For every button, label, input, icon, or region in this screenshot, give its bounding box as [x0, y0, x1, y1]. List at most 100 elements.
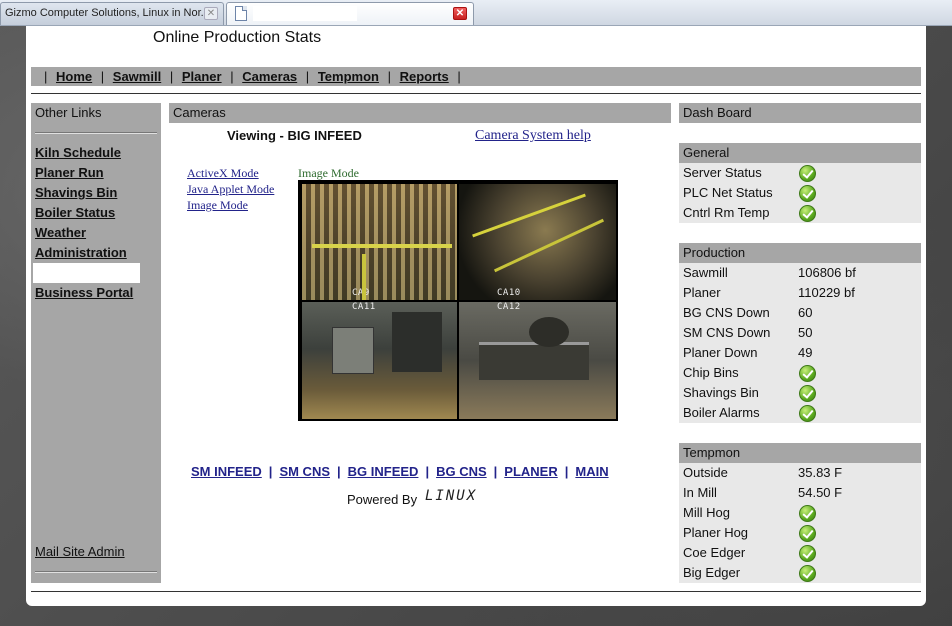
viewing-prefix: Viewing - [227, 128, 284, 143]
dashboard-row-label: Sawmill [683, 265, 728, 280]
dashboard-row: Outside 35.83 F [679, 463, 921, 483]
nav-sawmill-link[interactable]: Sawmill [113, 69, 161, 84]
dashboard-row: Chip Bins [679, 363, 921, 383]
dashboard-row-value: 110229 bf [798, 285, 855, 300]
nav-separator: | [387, 69, 391, 84]
footer-divider [31, 591, 921, 592]
nav-home-link[interactable]: Home [56, 69, 92, 84]
production-section-header: Production [679, 243, 921, 263]
sidebar-link-planer-run[interactable]: Planer Run [35, 165, 104, 180]
dashboard-row: Sawmill 106806 bf [679, 263, 921, 283]
status-ok-icon [799, 405, 816, 422]
nav-reports-link[interactable]: Reports [400, 69, 449, 84]
dashboard-row-label: Planer Down [683, 345, 758, 360]
sidebar-header: Other Links [35, 105, 102, 120]
camera-nav-planer[interactable]: PLANER [504, 464, 557, 479]
browser-tab-title [253, 6, 357, 21]
nav-separator: | [100, 69, 105, 84]
camera-nav-bg-cns[interactable]: BG CNS [436, 464, 487, 479]
cameras-header: Cameras [169, 103, 671, 123]
dashboard-row-label: BG CNS Down [683, 305, 770, 320]
divider [31, 93, 921, 94]
close-tab-icon[interactable]: ✕ [204, 7, 218, 20]
sidebar-link-boiler-status[interactable]: Boiler Status [35, 205, 115, 220]
camera-feed-image[interactable]: CA12 [459, 302, 616, 419]
powered-by-label: Powered By [347, 492, 418, 507]
camera-label: CA9 [352, 288, 370, 298]
java-applet-mode-link[interactable]: Java Applet Mode [187, 182, 274, 197]
page-icon [235, 6, 247, 21]
camera-nav-main[interactable]: MAIN [575, 464, 608, 479]
mail-site-admin-link[interactable]: Mail Site Admin [35, 544, 125, 559]
dashboard-row-value: 49 [798, 345, 813, 360]
nav-planer-link[interactable]: Planer [182, 69, 222, 84]
web-page: Online Production Stats | Home | Sawmill… [26, 26, 926, 606]
dashboard-row-label: Cntrl Rm Temp [683, 205, 770, 220]
dashboard-row-label: Coe Edger [683, 545, 746, 560]
sidebar: Other Links Kiln Schedule Planer Run Sha… [31, 103, 161, 583]
linux-logo: LINUX [425, 488, 478, 504]
dashboard-row-label: Big Edger [683, 565, 741, 580]
dashboard-row-label: PLC Net Status [683, 185, 773, 200]
camera-nav-separator: | [268, 464, 273, 479]
status-ok-icon [799, 545, 816, 562]
dashboard-row-value: 54.50 F [798, 485, 843, 500]
dashboard-row-value: 35.83 F [798, 465, 843, 480]
camera-nav: SM INFEED | SM CNS | BG INFEED | BG CNS | PLANER… [191, 464, 609, 479]
dashboard-row-label: Planer Hog [683, 525, 749, 540]
activex-mode-link[interactable]: ActiveX Mode [187, 166, 259, 181]
dashboard-row: In Mill 54.50 F [679, 483, 921, 503]
camera-feed-image[interactable]: CA11 [302, 302, 457, 419]
current-mode-label: Image Mode [298, 166, 359, 180]
status-ok-icon [799, 365, 816, 382]
site-title: Online Production Stats [153, 29, 322, 46]
dashboard-header: Dash Board [679, 103, 921, 123]
sidebar-link-administration[interactable]: Administration [35, 245, 127, 260]
camera-nav-sm-infeed[interactable]: SM INFEED [191, 464, 262, 479]
dashboard-row: BG CNS Down 60 [679, 303, 921, 323]
browser-tab-title: Gizmo Computer Solutions, Linux in Nor..… [5, 7, 210, 19]
dashboard-row-label: Planer [683, 285, 721, 300]
dashboard-row: Server Status [679, 163, 921, 183]
camera-nav-separator: | [493, 464, 498, 479]
camera-feed-image[interactable]: CA10 [459, 184, 616, 300]
dashboard-row: Planer 110229 bf [679, 283, 921, 303]
dashboard-row: Shavings Bin [679, 383, 921, 403]
browser-tab-2[interactable]: ✕ [226, 2, 474, 25]
sidebar-link-kiln-schedule[interactable]: Kiln Schedule [35, 145, 121, 160]
sidebar-blank-box [33, 263, 140, 283]
nav-tempmon-link[interactable]: Tempmon [318, 69, 379, 84]
dashboard-row-label: Chip Bins [683, 365, 739, 380]
camera-grid[interactable]: CA9 CA10 CA11 CA12 [298, 180, 618, 421]
nav-cameras-link[interactable]: Cameras [242, 69, 297, 84]
camera-nav-separator: | [425, 464, 430, 479]
sidebar-link-shavings-bin[interactable]: Shavings Bin [35, 185, 117, 200]
browser-tab-1[interactable]: Gizmo Computer Solutions, Linux in Nor..… [0, 2, 224, 25]
dashboard-row-value: 60 [798, 305, 813, 320]
camera-nav-bg-infeed[interactable]: BG INFEED [348, 464, 419, 479]
dashboard-row: Boiler Alarms [679, 403, 921, 423]
status-ok-icon [799, 565, 816, 582]
dashboard-row-value: 106806 bf [798, 265, 856, 280]
sidebar-link-weather[interactable]: Weather [35, 225, 86, 240]
sidebar-link-business-portal[interactable]: Business Portal [35, 285, 133, 300]
status-ok-icon [799, 205, 816, 222]
dashboard-row-value: 50 [798, 325, 813, 340]
status-ok-icon [799, 525, 816, 542]
dashboard-row: Big Edger [679, 563, 921, 583]
close-tab-icon[interactable]: ✕ [453, 7, 467, 20]
image-mode-link[interactable]: Image Mode [187, 198, 248, 213]
camera-help-link[interactable]: Camera System help [475, 128, 591, 144]
dashboard-row: Mill Hog [679, 503, 921, 523]
dashboard-row-label: In Mill [683, 485, 717, 500]
dashboard-row-label: Boiler Alarms [683, 405, 760, 420]
status-ok-icon [799, 185, 816, 202]
browser-tab-bar: Gizmo Computer Solutions, Linux in Nor..… [0, 0, 952, 26]
production-section: Sawmill 106806 bf Planer 110229 bf BG CNS Do… [679, 263, 921, 423]
dashboard-row-label: Outside [683, 465, 728, 480]
camera-nav-sm-cns[interactable]: SM CNS [279, 464, 330, 479]
camera-feed-image[interactable]: CA9 [302, 184, 457, 300]
dashboard-row: PLC Net Status [679, 183, 921, 203]
camera-nav-separator: | [337, 464, 341, 479]
tempmon-section-header: Tempmon [679, 443, 921, 463]
